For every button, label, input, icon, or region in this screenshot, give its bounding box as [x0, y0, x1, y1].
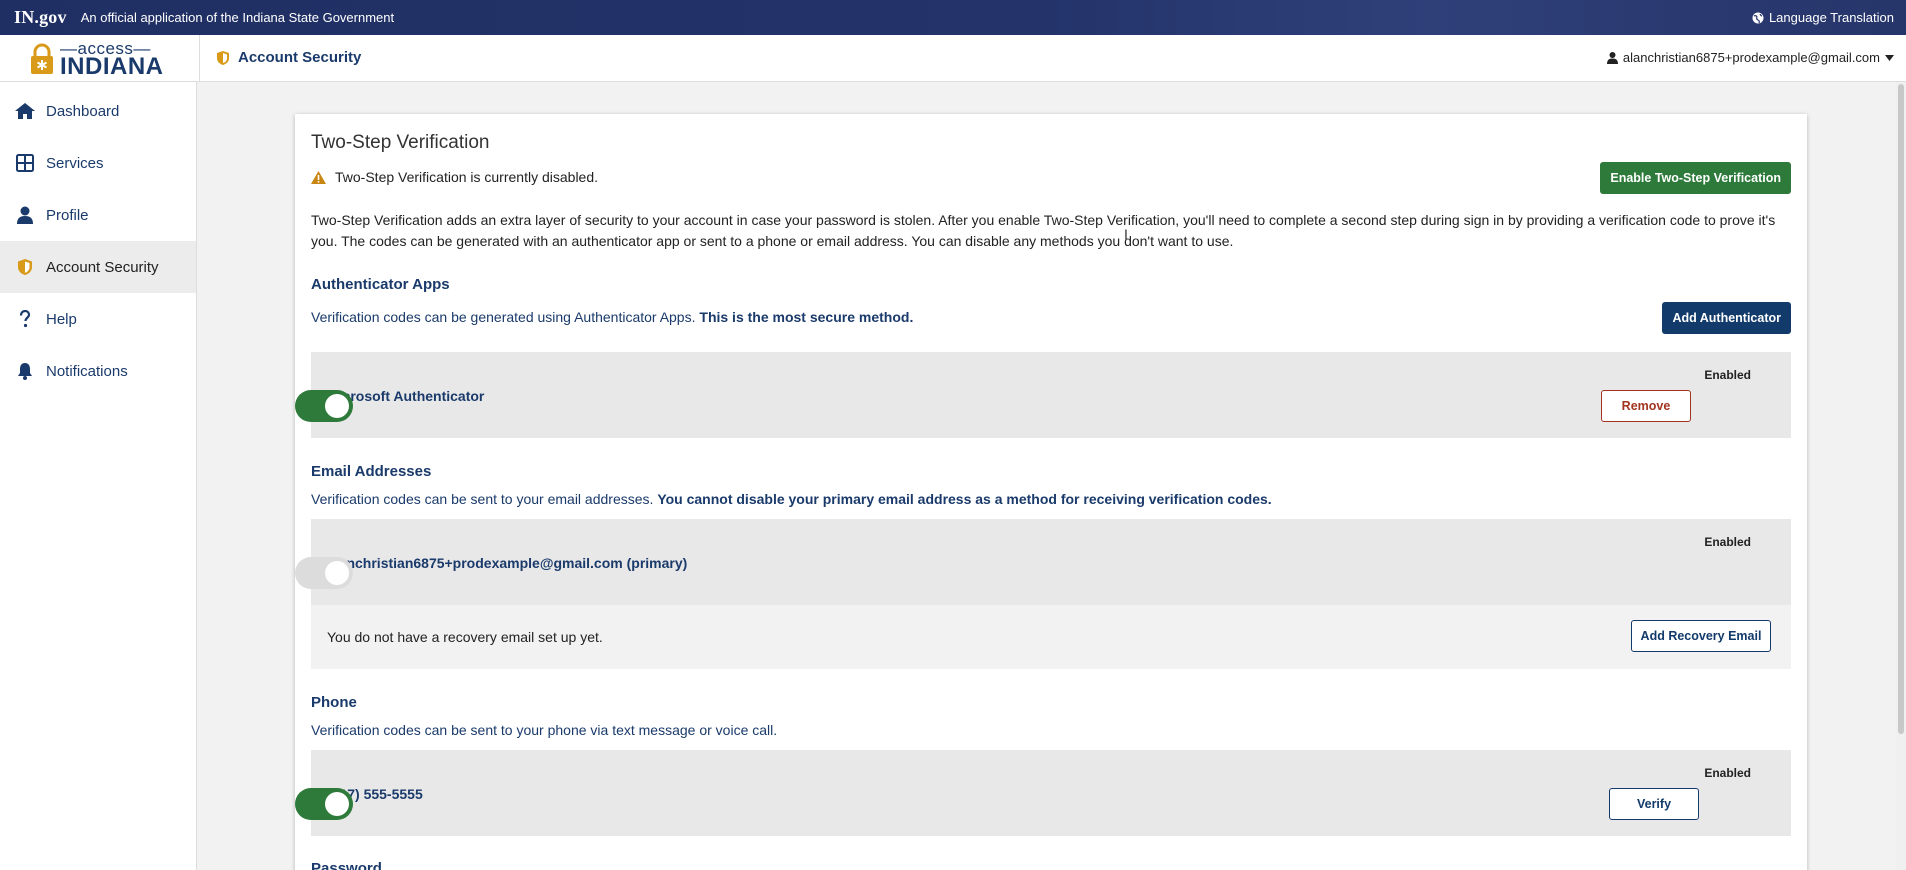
phone-description: Verification codes can be sent to your p…	[311, 722, 778, 738]
scrollbar-thumb[interactable]	[1898, 84, 1904, 734]
toggle-knob	[325, 792, 349, 816]
text-cursor-icon: I	[1124, 226, 1128, 242]
sidebar-item-label: Notifications	[46, 362, 128, 380]
sidebar-item-label: Services	[46, 154, 104, 172]
app-header: —access— INDIANA Account Security alanch…	[0, 35, 1906, 82]
state-banner: IN.gov An official application of the In…	[0, 0, 1906, 35]
sidebar-item-dashboard[interactable]: Dashboard	[0, 85, 196, 137]
phone-enabled-toggle[interactable]	[295, 788, 353, 820]
email-desc-bold: You cannot disable your primary email ad…	[657, 491, 1272, 507]
primary-email-address: alanchristian6875+prodexample@gmail.com …	[327, 555, 688, 571]
remove-authenticator-button[interactable]: Remove	[1601, 390, 1691, 422]
section-title: Two-Step Verification	[311, 132, 490, 153]
person-icon	[17, 206, 33, 224]
shield-icon	[217, 50, 229, 65]
verify-phone-button[interactable]: Verify	[1609, 788, 1699, 820]
authenticator-enabled-toggle[interactable]	[295, 390, 353, 422]
primary-email-item: alanchristian6875+prodexample@gmail.com …	[295, 519, 1791, 605]
enabled-label: Enabled	[1704, 535, 1751, 549]
page-title-text: Account Security	[238, 49, 362, 66]
globe-icon	[1752, 12, 1764, 23]
phone-item: (317) 555-5555 Enabled Verify	[295, 750, 1791, 836]
user-icon	[1606, 51, 1618, 64]
caret-down-icon	[1885, 54, 1894, 61]
sidebar-item-label: Profile	[46, 206, 89, 224]
logo-indiana-text: INDIANA	[60, 53, 164, 80]
authenticator-desc-text: Verification codes can be generated usin…	[311, 309, 696, 325]
page-scrollbar[interactable]	[1896, 82, 1906, 870]
shield-icon	[18, 259, 32, 275]
sidebar-item-label: Dashboard	[46, 102, 120, 120]
header-divider	[199, 35, 200, 82]
recovery-email-text: You do not have a recovery email set up …	[327, 629, 603, 645]
ingov-logo[interactable]: IN.gov	[14, 7, 67, 28]
sidebar-nav: Dashboard Services Profile Account Secur…	[0, 82, 197, 870]
email-desc-text: Verification codes can be sent to your e…	[311, 491, 654, 507]
language-translation-link[interactable]: Language Translation	[1752, 10, 1894, 25]
email-heading: Email Addresses	[311, 463, 432, 480]
home-icon	[15, 103, 35, 119]
user-email: alanchristian6875+prodexample@gmail.com	[1622, 50, 1880, 65]
sidebar-item-label: Help	[46, 310, 77, 328]
toggle-knob	[325, 561, 349, 585]
authenticator-item: Microsoft Authenticator Enabled Remove	[295, 352, 1791, 438]
official-notice: An official application of the Indiana S…	[80, 10, 395, 25]
bell-icon	[18, 363, 32, 380]
two-step-verification-card: Two-Step Verification Two-Step Verificat…	[295, 114, 1807, 870]
recovery-email-item: You do not have a recovery email set up …	[311, 605, 1791, 669]
sidebar-item-help[interactable]: Help	[0, 293, 196, 345]
password-heading: Password	[311, 860, 382, 870]
authenticator-heading: Authenticator Apps	[311, 276, 450, 293]
sidebar-item-account-security[interactable]: Account Security	[0, 241, 196, 293]
description-text: Two-Step Verification adds an extra laye…	[311, 212, 1776, 249]
sidebar-item-profile[interactable]: Profile	[0, 189, 196, 241]
email-description: Verification codes can be sent to your e…	[311, 491, 1272, 507]
language-translation-label: Language Translation	[1768, 10, 1894, 25]
phone-heading: Phone	[311, 694, 357, 711]
sidebar-item-label: Account Security	[46, 258, 159, 276]
authenticator-desc-bold: This is the most secure method.	[699, 309, 914, 325]
sidebar-item-services[interactable]: Services	[0, 137, 196, 189]
lock-logo-icon	[31, 43, 53, 74]
add-recovery-email-button[interactable]: Add Recovery Email	[1631, 620, 1771, 652]
toggle-knob	[325, 394, 349, 418]
status-warning: Two-Step Verification is currently disab…	[311, 169, 598, 185]
enable-two-step-button[interactable]: Enable Two-Step Verification	[1600, 162, 1791, 194]
access-indiana-logo[interactable]: —access— INDIANA	[28, 39, 164, 80]
user-menu[interactable]: alanchristian6875+prodexample@gmail.com	[1606, 50, 1894, 65]
warning-icon	[311, 170, 326, 184]
warning-text: Two-Step Verification is currently disab…	[335, 169, 599, 185]
page-title: Account Security	[216, 49, 361, 66]
primary-email-toggle-disabled	[295, 557, 353, 589]
enabled-label: Enabled	[1704, 368, 1751, 382]
question-icon	[19, 310, 31, 328]
authenticator-description: Verification codes can be generated usin…	[311, 309, 913, 325]
add-authenticator-button[interactable]: Add Authenticator	[1662, 302, 1791, 334]
sidebar-item-notifications[interactable]: Notifications	[0, 345, 196, 397]
grid-icon	[16, 154, 34, 172]
enabled-label: Enabled	[1704, 766, 1751, 780]
